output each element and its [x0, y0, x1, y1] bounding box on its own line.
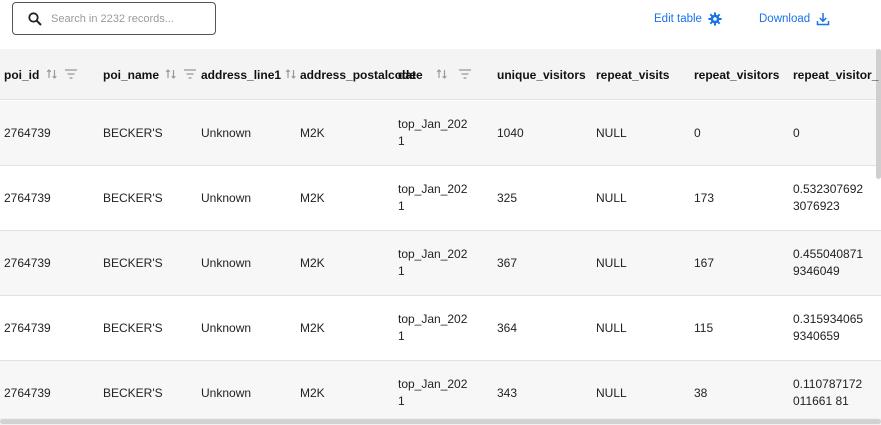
- table-cell-repeat-visitor-ratio: 0: [793, 125, 800, 140]
- column-header-poi-name[interactable]: poi_name: [103, 49, 196, 100]
- table-cell-address-line1: Unknown: [201, 320, 252, 335]
- table-cell-address-postalcode: M2K: [300, 255, 325, 270]
- table-cell-unique-visitors: 364: [497, 320, 518, 335]
- table-cell-poi-name: BECKER'S: [103, 125, 163, 140]
- filter-icon[interactable]: [64, 68, 78, 83]
- filter-icon[interactable]: [183, 68, 197, 83]
- table-cell-repeat-visitor-ratio: 0.4550408719346049: [793, 247, 864, 278]
- table-row[interactable]: 2764739 BECKER'S Unknown M2K top_Jan_2021 367…: [0, 231, 881, 296]
- table-cell-address-postalcode: M2K: [300, 190, 325, 205]
- table-row[interactable]: 2764739 BECKER'S Unknown M2K top_Jan_2021 364…: [0, 296, 881, 361]
- column-header-label: address_line1: [201, 67, 282, 82]
- table-cell-poi-name: BECKER'S: [103, 190, 163, 205]
- table-cell-repeat-visits: NULL: [596, 255, 627, 270]
- table-cell-unique-visitors: 367: [497, 255, 518, 270]
- column-header-label: repeat_visits: [596, 67, 670, 82]
- search-icon: [28, 12, 42, 26]
- table-cell-poi-id: 2764739: [4, 190, 51, 205]
- table-cell-repeat-visits: NULL: [596, 125, 627, 140]
- edit-table-label: Edit table: [654, 13, 702, 25]
- table-cell-poi-name: BECKER'S: [103, 255, 163, 270]
- table-cell-unique-visitors: 1040: [497, 125, 524, 140]
- table-cell-poi-id: 2764739: [4, 125, 51, 140]
- sort-icon[interactable]: [165, 68, 177, 83]
- table-cell-address-line1: Unknown: [201, 255, 252, 270]
- table-cell-poi-id: 2764739: [4, 385, 51, 400]
- edit-table-button[interactable]: Edit table: [654, 11, 722, 27]
- table-cell-repeat-visitors: 38: [694, 385, 708, 400]
- table-cell-date: top_Jan_2021: [398, 247, 468, 278]
- table-cell-repeat-visits: NULL: [596, 385, 627, 400]
- toolbar: Edit table Download: [0, 0, 881, 48]
- table-cell-repeat-visitors: 0: [694, 125, 701, 140]
- column-header-repeat-visits[interactable]: repeat_visits: [596, 49, 669, 100]
- column-header-repeat-visitor-ratio[interactable]: repeat_visitor_: [793, 49, 878, 100]
- table-cell-date: top_Jan_2021: [398, 117, 468, 148]
- sort-icon[interactable]: [436, 68, 448, 83]
- column-header-repeat-visitors[interactable]: repeat_visitors: [694, 49, 779, 100]
- search-input[interactable]: [51, 9, 211, 29]
- column-header-label: poi_id: [4, 67, 40, 82]
- gear-icon: [708, 12, 722, 26]
- sort-icon[interactable]: [46, 68, 58, 83]
- column-header-address-line1[interactable]: address_line1: [201, 49, 296, 100]
- column-header-label: date: [398, 67, 423, 82]
- table-cell-repeat-visits: NULL: [596, 320, 627, 335]
- table-cell-address-postalcode: M2K: [300, 320, 325, 335]
- table-cell-address-line1: Unknown: [201, 190, 252, 205]
- column-header-label: repeat_visitors: [694, 67, 780, 82]
- table-row[interactable]: 2764739 BECKER'S Unknown M2K top_Jan_2021 325…: [0, 166, 881, 231]
- column-header-label: repeat_visitor_: [793, 67, 879, 82]
- table-cell-repeat-visitors: 115: [694, 320, 714, 335]
- table-cell-unique-visitors: 325: [497, 190, 518, 205]
- download-icon: [816, 13, 830, 26]
- data-table: poi_id poi_name address_line1 address_posta…: [0, 49, 881, 425]
- table-cell-repeat-visits: NULL: [596, 190, 627, 205]
- table-row[interactable]: 2764739 BECKER'S Unknown M2K top_Jan_2021 104…: [0, 101, 881, 166]
- table-cell-address-line1: Unknown: [201, 125, 252, 140]
- column-header-label: unique_visitors: [497, 67, 586, 82]
- table-cell-unique-visitors: 343: [497, 385, 518, 400]
- sort-icon[interactable]: [285, 68, 297, 83]
- table-cell-address-postalcode: M2K: [300, 125, 325, 140]
- column-header-date[interactable]: date: [398, 49, 471, 100]
- table-cell-address-line1: Unknown: [201, 385, 252, 400]
- table-cell-repeat-visitor-ratio: 0.5323076923076923: [793, 182, 864, 213]
- horizontal-scrollbar[interactable]: [0, 419, 881, 424]
- search-box[interactable]: [12, 2, 216, 35]
- table-cell-poi-id: 2764739: [4, 320, 51, 335]
- filter-icon[interactable]: [458, 68, 472, 83]
- table-cell-poi-name: BECKER'S: [103, 385, 163, 400]
- table-cell-date: top_Jan_2021: [398, 182, 468, 213]
- column-header-label: poi_name: [103, 67, 160, 82]
- table-cell-repeat-visitor-ratio: 0.110787172011661 81: [793, 377, 863, 408]
- table-cell-repeat-visitors: 173: [694, 190, 715, 205]
- table-cell-repeat-visitors: 167: [694, 255, 715, 270]
- column-header-unique-visitors[interactable]: unique_visitors: [497, 49, 586, 100]
- table-cell-repeat-visitor-ratio: 0.3159340659340659: [793, 312, 864, 343]
- download-label: Download: [759, 13, 811, 25]
- table-header: poi_id poi_name address_line1 address_posta…: [0, 49, 881, 100]
- table-cell-date: top_Jan_2021: [398, 377, 468, 408]
- table-cell-date: top_Jan_2021: [398, 312, 468, 343]
- table-cell-poi-name: BECKER'S: [103, 320, 163, 335]
- table-cell-address-postalcode: M2K: [300, 385, 325, 400]
- column-header-poi-id[interactable]: poi_id: [4, 49, 77, 100]
- table-row[interactable]: 2764739 BECKER'S Unknown M2K top_Jan_2021 343…: [0, 361, 881, 425]
- table-cell-poi-id: 2764739: [4, 255, 51, 270]
- download-button[interactable]: Download: [759, 11, 830, 27]
